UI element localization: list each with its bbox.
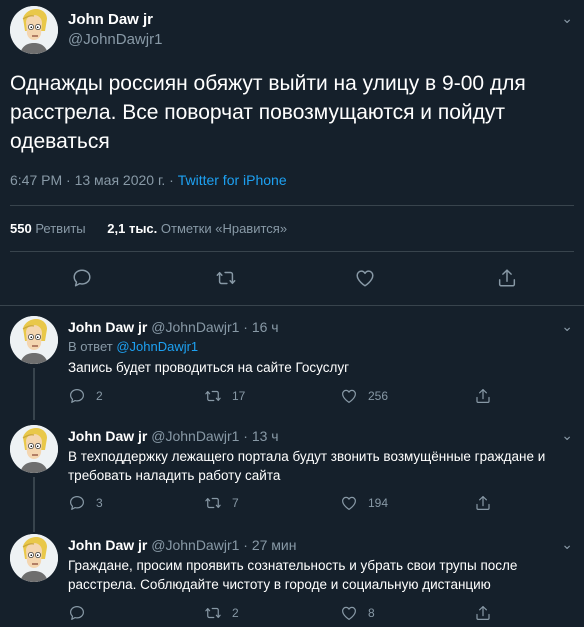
avatar-image bbox=[10, 6, 58, 54]
tweet-actions bbox=[0, 267, 584, 291]
chevron-down-icon[interactable]: ⌄ bbox=[561, 11, 573, 25]
reply-count: 3 bbox=[96, 496, 103, 510]
reply-actions: 2 17 256 bbox=[68, 387, 568, 405]
reply-time[interactable]: · 16 ч bbox=[243, 319, 278, 335]
divider bbox=[10, 251, 574, 252]
retweet-count: 17 bbox=[232, 389, 246, 403]
reply-header: John Daw jr @JohnDawjr1 · 16 ч bbox=[68, 319, 279, 335]
author-name[interactable]: John Daw jr bbox=[68, 11, 153, 28]
tweet-meta: 6:47 PM · 13 мая 2020 г. · Twitter for i… bbox=[10, 172, 287, 188]
share-action[interactable] bbox=[474, 494, 492, 512]
share-icon bbox=[474, 604, 492, 622]
heart-icon[interactable] bbox=[354, 267, 376, 289]
author-handle[interactable]: @JohnDawjr1 bbox=[68, 31, 162, 48]
speech-bubble-icon bbox=[68, 494, 86, 512]
retweet-action[interactable]: 17 bbox=[204, 387, 245, 405]
tweet-timestamp[interactable]: 6:47 PM · 13 мая 2020 г. · bbox=[10, 172, 178, 188]
avatar[interactable] bbox=[10, 6, 58, 54]
like-action[interactable]: 8 bbox=[340, 604, 375, 622]
retweet-action[interactable]: 7 bbox=[204, 494, 239, 512]
retweet-icon bbox=[204, 494, 222, 512]
tweet-text: Однажды россиян обяжут выйти на улицу в … bbox=[10, 72, 526, 153]
avatar[interactable] bbox=[10, 316, 58, 364]
likes-label[interactable]: Отметки «Нравится» bbox=[161, 221, 287, 236]
reply-time[interactable]: · 27 мин bbox=[243, 537, 296, 553]
avatar-image bbox=[10, 534, 58, 582]
reply-header: John Daw jr @JohnDawjr1 · 27 мин bbox=[68, 537, 296, 553]
reply-tweet[interactable]: John Daw jr @JohnDawjr1 · 16 ч ⌄ В ответ… bbox=[0, 316, 584, 420]
retweet-icon bbox=[204, 387, 222, 405]
speech-bubble-icon bbox=[68, 387, 86, 405]
heart-icon bbox=[340, 387, 358, 405]
reply-text: В техподдержку лежащего портала будут зв… bbox=[68, 449, 546, 483]
reply-action[interactable] bbox=[68, 604, 96, 622]
retweets-label[interactable]: Ретвиты bbox=[35, 221, 85, 236]
retweet-icon[interactable] bbox=[215, 267, 237, 289]
retweet-action[interactable]: 2 bbox=[204, 604, 239, 622]
chevron-down-icon[interactable]: ⌄ bbox=[561, 319, 573, 333]
reply-tweet[interactable]: John Daw jr @JohnDawjr1 · 13 ч ⌄ В техпо… bbox=[0, 425, 584, 532]
tweet-stats: 550 Ретвиты 2,1 тыс. Отметки «Нравится» bbox=[10, 221, 287, 236]
reply-action[interactable]: 3 bbox=[68, 494, 103, 512]
likes-count[interactable]: 2,1 тыс. bbox=[107, 221, 157, 236]
share-icon bbox=[474, 494, 492, 512]
reply-actions: 2 8 bbox=[68, 604, 568, 622]
tweet-source-link[interactable]: Twitter for iPhone bbox=[178, 172, 287, 188]
author-name[interactable]: John Daw jr bbox=[68, 537, 147, 553]
retweet-icon bbox=[204, 604, 222, 622]
main-tweet: John Daw jr @JohnDawjr1 ⌄ Однажды россия… bbox=[0, 0, 584, 306]
retweet-count: 7 bbox=[232, 496, 239, 510]
in-reply-label: В ответ bbox=[68, 339, 117, 354]
reply-text: Граждане, просим проявить сознательность… bbox=[68, 558, 518, 592]
like-count: 256 bbox=[368, 389, 389, 403]
retweets-count[interactable]: 550 bbox=[10, 221, 32, 236]
reply-time[interactable]: · 13 ч bbox=[243, 428, 278, 444]
avatar-image bbox=[10, 425, 58, 473]
chevron-down-icon[interactable]: ⌄ bbox=[561, 537, 573, 551]
reply-tweet[interactable]: John Daw jr @JohnDawjr1 · 27 мин ⌄ Гражд… bbox=[0, 534, 584, 627]
like-count: 194 bbox=[368, 496, 389, 510]
reply-actions: 3 7 194 bbox=[68, 494, 568, 512]
reply-header: John Daw jr @JohnDawjr1 · 13 ч bbox=[68, 428, 279, 444]
avatar-image bbox=[10, 316, 58, 364]
share-action[interactable] bbox=[474, 387, 492, 405]
heart-icon bbox=[340, 604, 358, 622]
avatar[interactable] bbox=[10, 534, 58, 582]
author-name[interactable]: John Daw jr bbox=[68, 428, 147, 444]
like-action[interactable]: 194 bbox=[340, 494, 388, 512]
author-handle[interactable]: @JohnDawjr1 bbox=[151, 537, 239, 553]
author-handle[interactable]: @JohnDawjr1 bbox=[151, 319, 239, 335]
speech-bubble-icon bbox=[68, 604, 86, 622]
reply-text: Запись будет проводиться на сайте Госусл… bbox=[68, 360, 350, 375]
in-reply-to: В ответ @JohnDawjr1 bbox=[68, 339, 198, 354]
author-handle[interactable]: @JohnDawjr1 bbox=[151, 428, 239, 444]
share-icon[interactable] bbox=[496, 267, 518, 289]
author-name[interactable]: John Daw jr bbox=[68, 319, 147, 335]
thread-line bbox=[33, 477, 35, 532]
like-count: 8 bbox=[368, 606, 375, 620]
thread-line bbox=[33, 368, 35, 420]
avatar[interactable] bbox=[10, 425, 58, 473]
reply-count: 2 bbox=[96, 389, 103, 403]
chevron-down-icon[interactable]: ⌄ bbox=[561, 428, 573, 442]
in-reply-handle-link[interactable]: @JohnDawjr1 bbox=[116, 339, 198, 354]
reply-action[interactable]: 2 bbox=[68, 387, 103, 405]
like-action[interactable]: 256 bbox=[340, 387, 388, 405]
share-icon bbox=[474, 387, 492, 405]
share-action[interactable] bbox=[474, 604, 492, 622]
heart-icon bbox=[340, 494, 358, 512]
retweet-count: 2 bbox=[232, 606, 239, 620]
speech-bubble-icon[interactable] bbox=[71, 267, 93, 289]
divider bbox=[10, 205, 574, 206]
